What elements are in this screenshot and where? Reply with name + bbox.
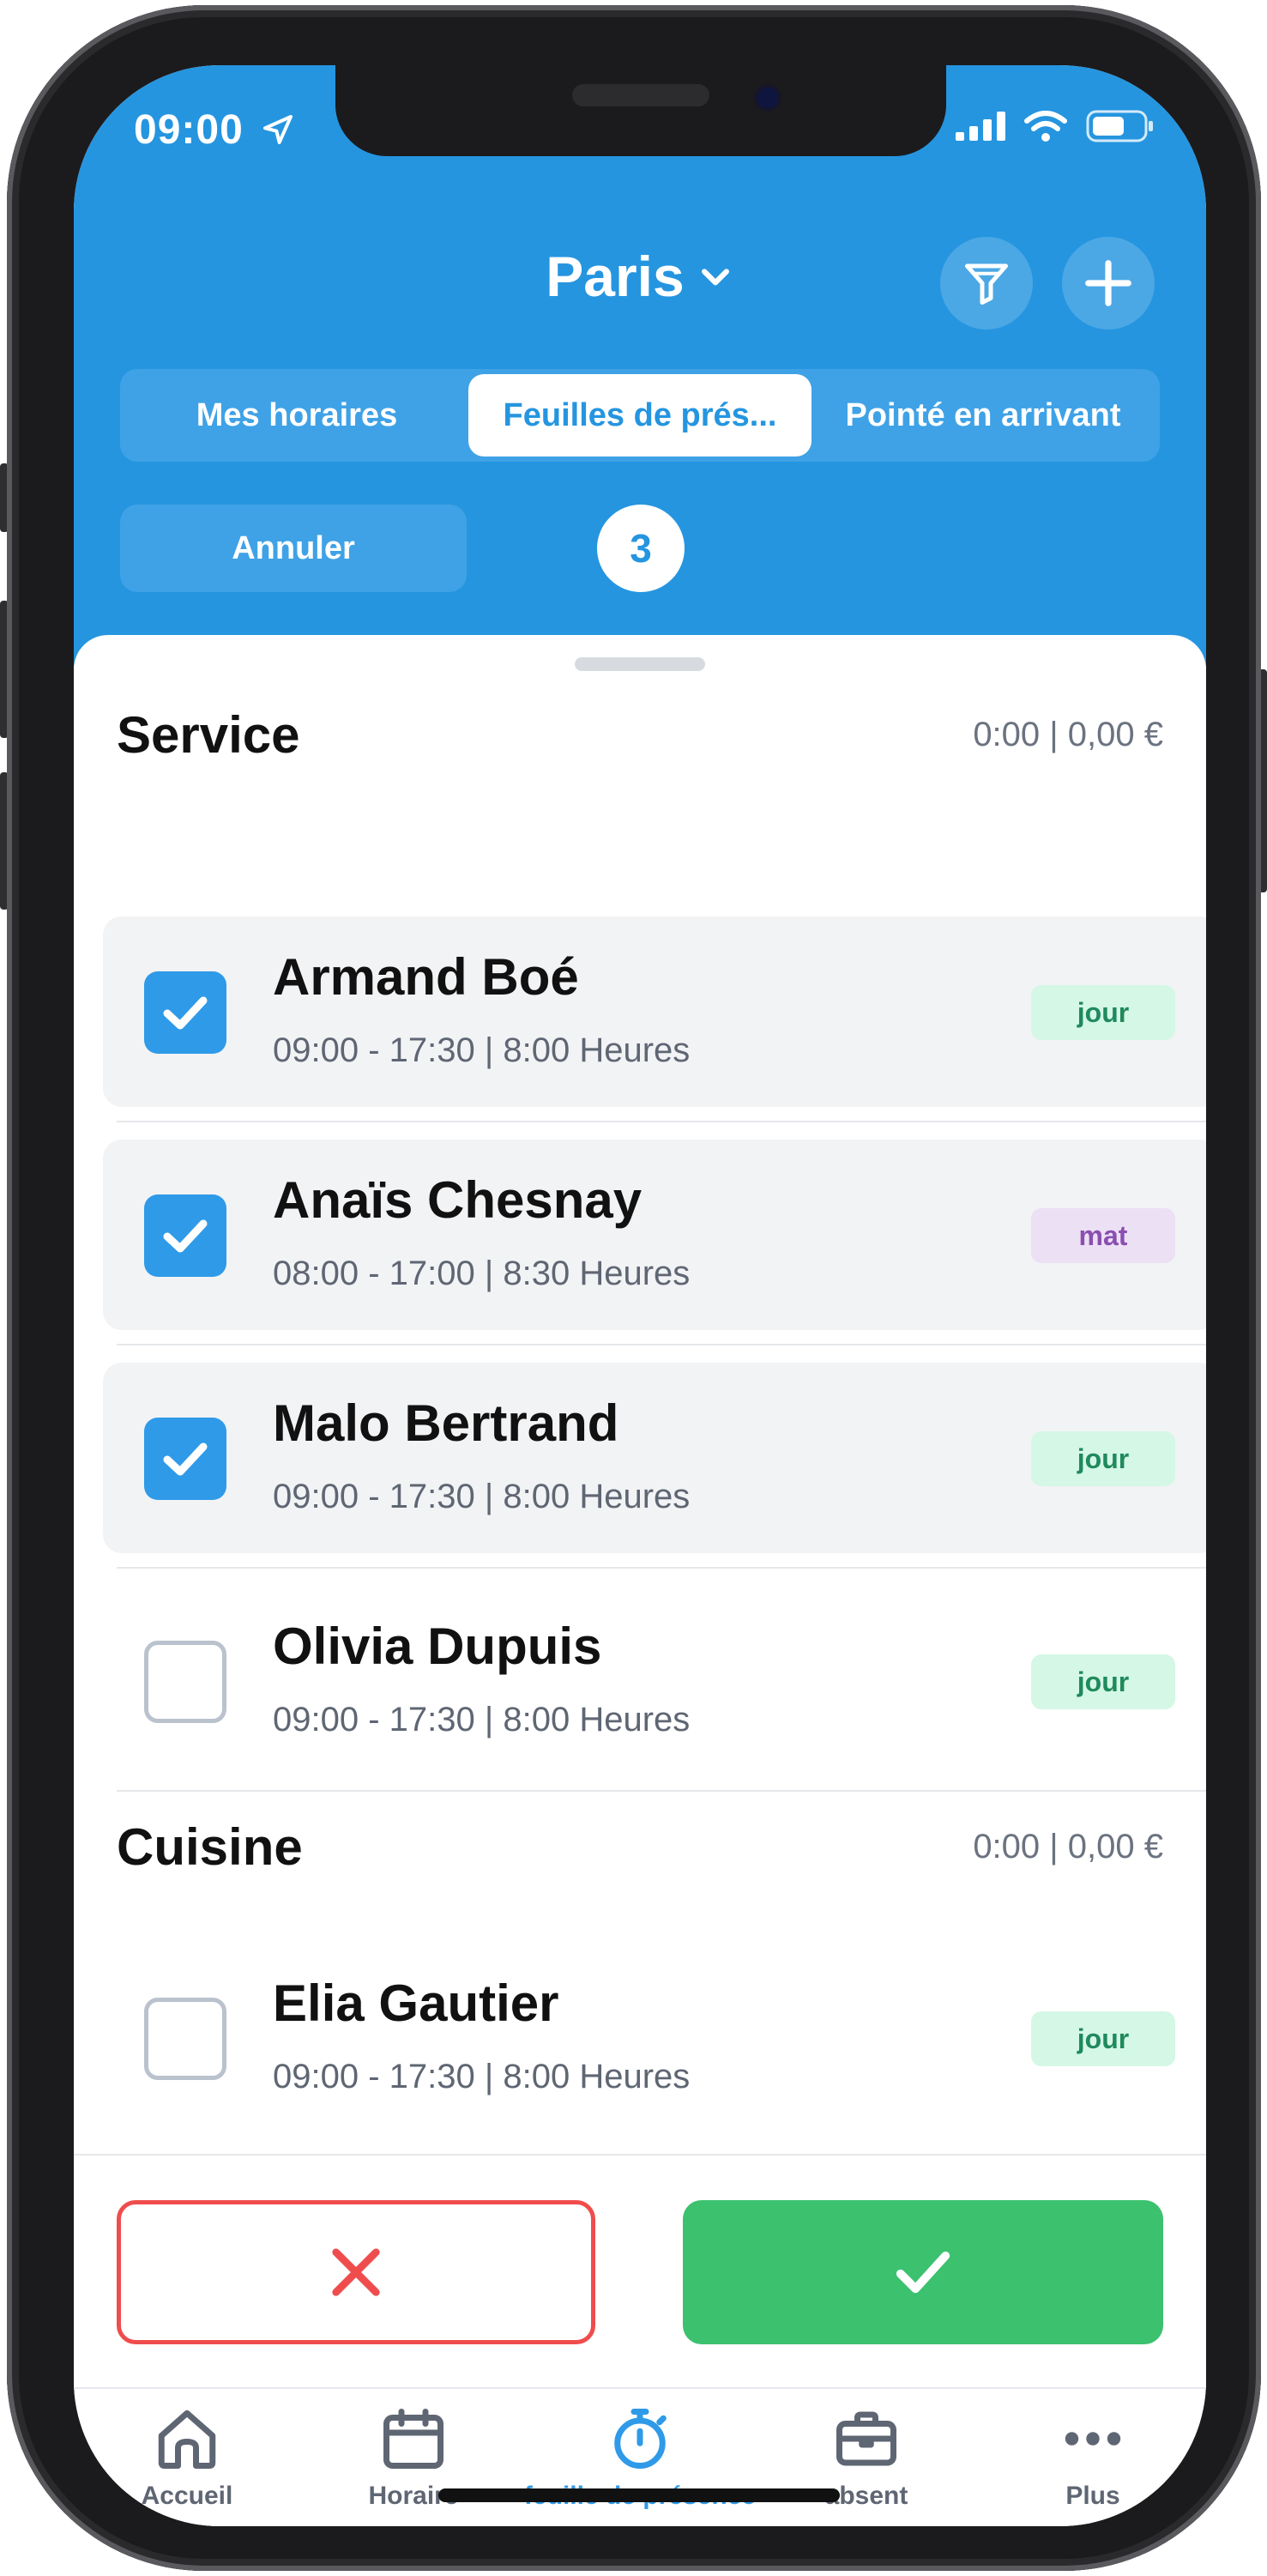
shift-hours: 09:00 - 17:30 | 8:00 Heures: [273, 2058, 691, 2095]
shift-tag: jour: [1031, 1431, 1175, 1486]
phone-frame: 09:00 Paris Mes horaires Feuilles de pré…: [7, 5, 1261, 2571]
section-header-cuisine: Cuisine 0:00 | 0,00 €: [117, 1817, 1163, 1877]
checkmark-icon: [163, 996, 208, 1030]
home-indicator[interactable]: [438, 2488, 840, 2502]
shift-hours: 08:00 - 17:00 | 8:30 Heures: [273, 1255, 691, 1292]
row-divider: [117, 1567, 1206, 1569]
status-time: 09:00: [134, 106, 295, 154]
shift-hours: 09:00 - 17:30 | 8:00 Heures: [273, 1031, 691, 1069]
bottom-nav: Accueil Horaire feuille de présence: [74, 2387, 1206, 2526]
employee-name: Armand Boé: [273, 948, 579, 1006]
add-button[interactable]: [1062, 237, 1155, 330]
wifi-icon: [1024, 111, 1067, 142]
tab-mes-horaires[interactable]: Mes horaires: [125, 374, 468, 457]
speaker: [572, 84, 709, 106]
tab-feuilles-de-presence[interactable]: Feuilles de prés...: [468, 374, 811, 457]
status-time-text: 09:00: [134, 107, 244, 153]
section-header-service: Service 0:00 | 0,00 €: [117, 705, 1163, 765]
employee-name: Anaïs Chesnay: [273, 1171, 643, 1229]
timesheet-sheet: Service 0:00 | 0,00 € Armand Boé 09:00 -…: [74, 635, 1206, 2154]
checkmark-icon: [896, 2251, 950, 2294]
calendar-icon: [383, 2409, 443, 2469]
close-icon: [332, 2248, 380, 2296]
battery-icon: [1086, 110, 1153, 142]
screen: 09:00 Paris Mes horaires Feuilles de pré…: [74, 65, 1206, 2526]
sheet-drag-handle[interactable]: [575, 657, 705, 671]
filter-button[interactable]: [940, 237, 1033, 330]
cellular-signal-icon: [956, 112, 1005, 141]
section-title: Cuisine: [117, 1818, 303, 1876]
filter-icon: [965, 263, 1008, 305]
plus-icon: [1085, 260, 1131, 306]
nav-item-plus[interactable]: Plus: [980, 2403, 1206, 2511]
approve-button[interactable]: [683, 2200, 1163, 2344]
location-selector[interactable]: Paris: [74, 244, 1206, 309]
row-checkbox[interactable]: [144, 1998, 226, 2080]
nav-label: Accueil: [141, 2482, 233, 2510]
shift-hours: 09:00 - 17:30 | 8:00 Heures: [273, 1701, 691, 1738]
front-camera: [757, 88, 778, 108]
row-checkbox[interactable]: [144, 971, 226, 1054]
row-divider: [117, 1121, 1206, 1122]
timesheet-row[interactable]: Anaïs Chesnay 08:00 - 17:00 | 8:30 Heure…: [103, 1140, 1206, 1330]
shift-tag: jour: [1031, 2011, 1175, 2066]
section-summary: 0:00 | 0,00 €: [973, 716, 1163, 753]
section-summary: 0:00 | 0,00 €: [973, 1828, 1163, 1865]
location-arrow-icon: [263, 115, 293, 144]
shift-tag: jour: [1031, 985, 1175, 1040]
row-checkbox[interactable]: [144, 1194, 226, 1277]
shift-hours: 09:00 - 17:30 | 8:00 Heures: [273, 1478, 691, 1515]
row-divider: [117, 1344, 1206, 1345]
briefcase-icon: [836, 2411, 896, 2466]
nav-label: Plus: [1065, 2482, 1120, 2510]
employee-name: Olivia Dupuis: [273, 1618, 602, 1675]
more-icon: [1065, 2432, 1121, 2446]
timesheet-row[interactable]: Olivia Dupuis 09:00 - 17:30 | 8:00 Heure…: [103, 1586, 1206, 1776]
checkmark-icon: [163, 1219, 208, 1253]
status-indicators: [956, 110, 1155, 142]
timesheet-row[interactable]: Armand Boé 09:00 - 17:30 | 8:00 Heures j…: [103, 916, 1206, 1107]
selected-count-badge: 3: [597, 505, 685, 592]
timesheet-row[interactable]: Malo Bertrand 09:00 - 17:30 | 8:00 Heure…: [103, 1363, 1206, 1553]
row-checkbox[interactable]: [144, 1418, 226, 1500]
employee-name: Malo Bertrand: [273, 1394, 619, 1452]
employee-name: Elia Gautier: [273, 1974, 559, 2032]
section-title: Service: [117, 706, 300, 764]
shift-tag: jour: [1031, 1654, 1175, 1709]
bulk-action-bar: [74, 2154, 1206, 2389]
location-title: Paris: [546, 245, 685, 308]
cancel-selection-button[interactable]: Annuler: [120, 505, 467, 592]
home-icon: [158, 2410, 216, 2469]
nav-item-accueil[interactable]: Accueil: [74, 2403, 300, 2511]
row-checkbox[interactable]: [144, 1641, 226, 1723]
stopwatch-icon: [614, 2409, 667, 2469]
timesheet-row[interactable]: Elia Gautier 09:00 - 17:30 | 8:00 Heures…: [103, 1943, 1206, 2133]
reject-button[interactable]: [117, 2200, 595, 2344]
tab-bar: Mes horaires Feuilles de prés... Pointé …: [120, 369, 1160, 462]
row-divider: [117, 1790, 1206, 1792]
notch: [335, 65, 946, 156]
shift-tag: mat: [1031, 1208, 1175, 1263]
checkmark-icon: [163, 1442, 208, 1476]
tab-pointe-en-arrivant[interactable]: Pointé en arrivant: [811, 374, 1155, 457]
chevron-down-icon: [701, 269, 729, 286]
